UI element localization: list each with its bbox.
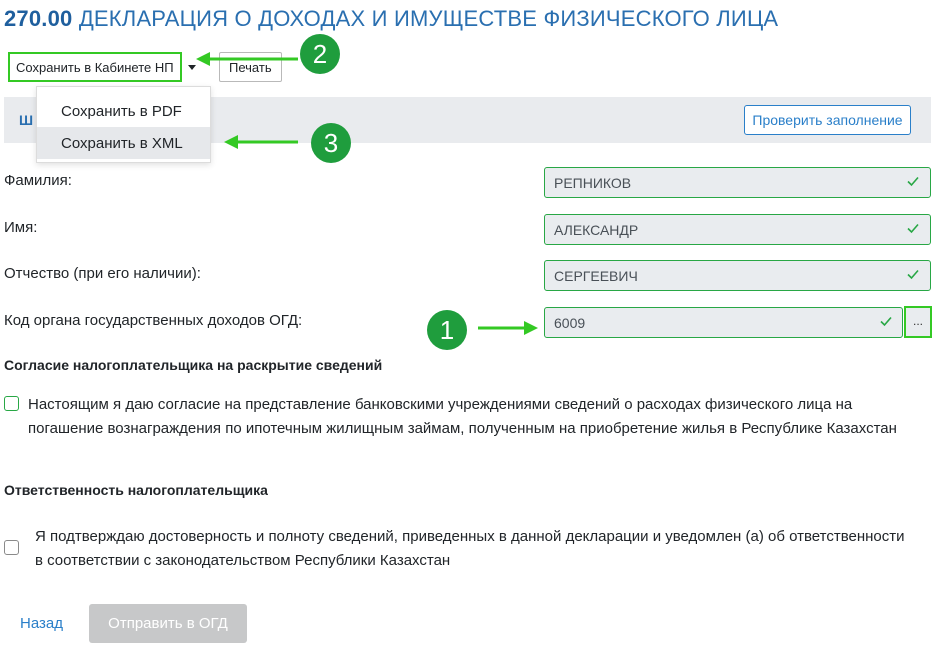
ogd-code-value: 6009 [554, 314, 586, 331]
print-button[interactable]: Печать [219, 52, 282, 82]
back-link[interactable]: Назад [20, 615, 63, 632]
consent-checkbox[interactable] [4, 396, 19, 411]
callout-badge-3: 3 [311, 123, 351, 163]
consent-text: Настоящим я даю согласие на представлени… [28, 396, 897, 437]
check-icon [907, 269, 919, 280]
ogd-code-field[interactable]: 6009 [544, 307, 903, 338]
declaration-title: ДЕКЛАРАЦИЯ О ДОХОДАХ И ИМУЩЕСТВЕ ФИЗИЧЕС… [78, 6, 779, 31]
save-xml-menu-item[interactable]: Сохранить в XML [37, 127, 210, 159]
surname-value: РЕПНИКОВ [554, 174, 632, 191]
check-icon [880, 316, 892, 327]
surname-label: Фамилия: [4, 172, 72, 189]
ogd-picker-button[interactable]: ... [904, 306, 932, 338]
caret-down-icon [187, 64, 196, 70]
name-value: АЛЕКСАНДР [554, 221, 639, 238]
form-tab[interactable]: Ш [19, 112, 33, 128]
patronymic-label: Отчество (при его наличии): [4, 265, 201, 282]
patronymic-value: СЕРГЕЕВИЧ [554, 267, 638, 284]
callout-badge-2: 2 [300, 34, 340, 74]
callout-badge-1: 1 [427, 310, 467, 350]
declaration-code: 270.00 [4, 6, 73, 31]
check-icon [907, 176, 919, 187]
responsibility-heading: Ответственность налогоплательщика [4, 482, 268, 498]
save-dropdown-toggle[interactable] [182, 52, 202, 82]
responsibility-text: Я подтверждаю достоверность и полноту св… [35, 528, 905, 569]
ogd-code-label: Код органа государственных доходов ОГД: [4, 312, 303, 329]
page-title: 270.00 ДЕКЛАРАЦИЯ О ДОХОДАХ И ИМУЩЕСТВЕ … [4, 6, 778, 32]
send-to-ogd-button: Отправить в ОГД [89, 604, 247, 643]
surname-field[interactable]: РЕПНИКОВ [544, 167, 931, 198]
patronymic-field[interactable]: СЕРГЕЕВИЧ [544, 260, 931, 291]
name-field[interactable]: АЛЕКСАНДР [544, 214, 931, 245]
name-label: Имя: [4, 219, 38, 236]
arrow-1 [478, 321, 538, 335]
consent-heading: Согласие налогоплательщика на раскрытие … [4, 357, 383, 373]
responsibility-checkbox[interactable] [4, 540, 19, 555]
check-icon [907, 223, 919, 234]
save-pdf-menu-item[interactable]: Сохранить в PDF [37, 95, 210, 127]
check-filling-button[interactable]: Проверить заполнение [744, 105, 911, 135]
save-split-button: Сохранить в Кабинете НП [8, 52, 202, 82]
save-in-cabinet-button[interactable]: Сохранить в Кабинете НП [8, 52, 182, 82]
save-dropdown-menu: Сохранить в PDF Сохранить в XML [36, 86, 211, 163]
